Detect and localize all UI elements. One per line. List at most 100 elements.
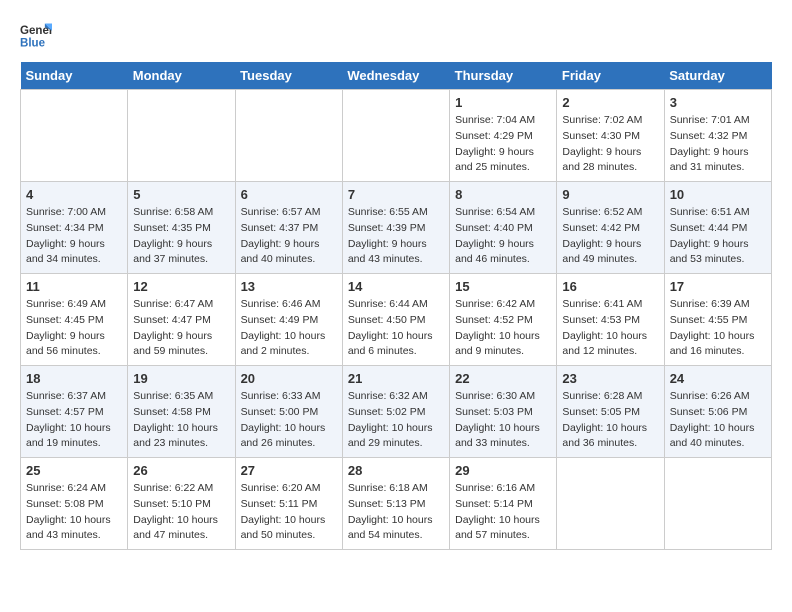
calendar-cell: 8 Sunrise: 6:54 AM Sunset: 4:40 PM Daylig… [450,182,557,274]
week-row-4: 18 Sunrise: 6:37 AM Sunset: 4:57 PM Dayli… [21,366,772,458]
day-info: Sunrise: 6:35 AM Sunset: 4:58 PM Dayligh… [133,389,229,452]
week-row-2: 4 Sunrise: 7:00 AM Sunset: 4:34 PM Daylig… [21,182,772,274]
day-info: Sunrise: 6:16 AM Sunset: 5:14 PM Dayligh… [455,481,551,544]
col-header-saturday: Saturday [664,62,771,90]
svg-text:Blue: Blue [20,38,46,50]
day-info: Sunrise: 7:04 AM Sunset: 4:29 PM Dayligh… [455,113,551,176]
day-info: Sunrise: 6:39 AM Sunset: 4:55 PM Dayligh… [670,297,766,360]
day-info: Sunrise: 6:47 AM Sunset: 4:47 PM Dayligh… [133,297,229,360]
col-header-sunday: Sunday [21,62,128,90]
calendar-cell: 5 Sunrise: 6:58 AM Sunset: 4:35 PM Daylig… [128,182,235,274]
day-number: 17 [670,279,766,294]
day-info: Sunrise: 6:51 AM Sunset: 4:44 PM Dayligh… [670,205,766,268]
day-number: 10 [670,187,766,202]
day-info: Sunrise: 6:32 AM Sunset: 5:02 PM Dayligh… [348,389,444,452]
day-number: 21 [348,371,444,386]
day-info: Sunrise: 6:26 AM Sunset: 5:06 PM Dayligh… [670,389,766,452]
day-number: 19 [133,371,229,386]
day-info: Sunrise: 6:44 AM Sunset: 4:50 PM Dayligh… [348,297,444,360]
day-number: 7 [348,187,444,202]
day-number: 12 [133,279,229,294]
calendar-cell: 22 Sunrise: 6:30 AM Sunset: 5:03 PM Dayli… [450,366,557,458]
day-info: Sunrise: 6:41 AM Sunset: 4:53 PM Dayligh… [562,297,658,360]
col-header-friday: Friday [557,62,664,90]
calendar-cell: 28Sunrise: 6:18 AM Sunset: 5:13 PM Dayli… [342,458,449,550]
day-number: 4 [26,187,122,202]
day-number: 6 [241,187,337,202]
day-info: Sunrise: 6:37 AM Sunset: 4:57 PM Dayligh… [26,389,122,452]
calendar-cell [664,458,771,550]
day-info: Sunrise: 6:22 AM Sunset: 5:10 PM Dayligh… [133,481,229,544]
calendar-cell [235,90,342,182]
day-number: 25 [26,463,122,478]
day-info: Sunrise: 6:57 AM Sunset: 4:37 PM Dayligh… [241,205,337,268]
calendar-cell: 15 Sunrise: 6:42 AM Sunset: 4:52 PM Dayli… [450,274,557,366]
week-row-1: 1 Sunrise: 7:04 AM Sunset: 4:29 PM Daylig… [21,90,772,182]
day-info: Sunrise: 6:49 AM Sunset: 4:45 PM Dayligh… [26,297,122,360]
calendar-cell [21,90,128,182]
calendar-cell: 12 Sunrise: 6:47 AM Sunset: 4:47 PM Dayli… [128,274,235,366]
calendar-cell [128,90,235,182]
day-number: 23 [562,371,658,386]
day-number: 24 [670,371,766,386]
day-info: Sunrise: 6:52 AM Sunset: 4:42 PM Dayligh… [562,205,658,268]
calendar-cell: 27 Sunrise: 6:20 AM Sunset: 5:11 PM Dayli… [235,458,342,550]
week-row-5: 25 Sunrise: 6:24 AM Sunset: 5:08 PM Dayli… [21,458,772,550]
calendar-cell [342,90,449,182]
calendar-cell: 1 Sunrise: 7:04 AM Sunset: 4:29 PM Daylig… [450,90,557,182]
page-header: General Blue [20,20,772,52]
calendar-header-row: SundayMondayTuesdayWednesdayThursdayFrid… [21,62,772,90]
calendar-body: 1 Sunrise: 7:04 AM Sunset: 4:29 PM Daylig… [21,90,772,550]
day-number: 2 [562,95,658,110]
day-info: Sunrise: 6:55 AM Sunset: 4:39 PM Dayligh… [348,205,444,268]
calendar-cell: 3Sunrise: 7:01 AM Sunset: 4:32 PM Daylig… [664,90,771,182]
day-number: 16 [562,279,658,294]
day-number: 5 [133,187,229,202]
calendar-cell: 23 Sunrise: 6:28 AM Sunset: 5:05 PM Dayli… [557,366,664,458]
calendar-cell: 2 Sunrise: 7:02 AM Sunset: 4:30 PM Daylig… [557,90,664,182]
day-info: Sunrise: 7:02 AM Sunset: 4:30 PM Dayligh… [562,113,658,176]
calendar-cell: 4 Sunrise: 7:00 AM Sunset: 4:34 PM Daylig… [21,182,128,274]
day-number: 1 [455,95,551,110]
day-number: 26 [133,463,229,478]
calendar-cell: 19 Sunrise: 6:35 AM Sunset: 4:58 PM Dayli… [128,366,235,458]
day-info: Sunrise: 6:18 AM Sunset: 5:13 PM Dayligh… [348,481,444,544]
week-row-3: 11 Sunrise: 6:49 AM Sunset: 4:45 PM Dayli… [21,274,772,366]
calendar-cell [557,458,664,550]
day-info: Sunrise: 7:01 AM Sunset: 4:32 PM Dayligh… [670,113,766,176]
day-info: Sunrise: 6:46 AM Sunset: 4:49 PM Dayligh… [241,297,337,360]
day-info: Sunrise: 6:24 AM Sunset: 5:08 PM Dayligh… [26,481,122,544]
day-info: Sunrise: 6:20 AM Sunset: 5:11 PM Dayligh… [241,481,337,544]
calendar-cell: 13 Sunrise: 6:46 AM Sunset: 4:49 PM Dayli… [235,274,342,366]
calendar-cell: 10 Sunrise: 6:51 AM Sunset: 4:44 PM Dayli… [664,182,771,274]
day-number: 20 [241,371,337,386]
day-info: Sunrise: 6:42 AM Sunset: 4:52 PM Dayligh… [455,297,551,360]
calendar-cell: 24 Sunrise: 6:26 AM Sunset: 5:06 PM Dayli… [664,366,771,458]
day-number: 15 [455,279,551,294]
day-number: 11 [26,279,122,294]
day-info: Sunrise: 6:58 AM Sunset: 4:35 PM Dayligh… [133,205,229,268]
col-header-monday: Monday [128,62,235,90]
calendar-cell: 16 Sunrise: 6:41 AM Sunset: 4:53 PM Dayli… [557,274,664,366]
calendar-cell: 25 Sunrise: 6:24 AM Sunset: 5:08 PM Dayli… [21,458,128,550]
calendar-cell: 7 Sunrise: 6:55 AM Sunset: 4:39 PM Daylig… [342,182,449,274]
day-number: 8 [455,187,551,202]
day-info: Sunrise: 6:28 AM Sunset: 5:05 PM Dayligh… [562,389,658,452]
day-number: 18 [26,371,122,386]
day-number: 29 [455,463,551,478]
logo-icon: General Blue [20,20,52,52]
calendar-cell: 6 Sunrise: 6:57 AM Sunset: 4:37 PM Daylig… [235,182,342,274]
day-info: Sunrise: 6:30 AM Sunset: 5:03 PM Dayligh… [455,389,551,452]
day-number: 14 [348,279,444,294]
calendar-cell: 17 Sunrise: 6:39 AM Sunset: 4:55 PM Dayli… [664,274,771,366]
calendar-cell: 20 Sunrise: 6:33 AM Sunset: 5:00 PM Dayli… [235,366,342,458]
day-info: Sunrise: 6:33 AM Sunset: 5:00 PM Dayligh… [241,389,337,452]
day-number: 27 [241,463,337,478]
day-info: Sunrise: 7:00 AM Sunset: 4:34 PM Dayligh… [26,205,122,268]
calendar-cell: 21 Sunrise: 6:32 AM Sunset: 5:02 PM Dayli… [342,366,449,458]
logo: General Blue [20,20,52,52]
day-number: 13 [241,279,337,294]
day-number: 22 [455,371,551,386]
calendar-cell: 18 Sunrise: 6:37 AM Sunset: 4:57 PM Dayli… [21,366,128,458]
day-info: Sunrise: 6:54 AM Sunset: 4:40 PM Dayligh… [455,205,551,268]
